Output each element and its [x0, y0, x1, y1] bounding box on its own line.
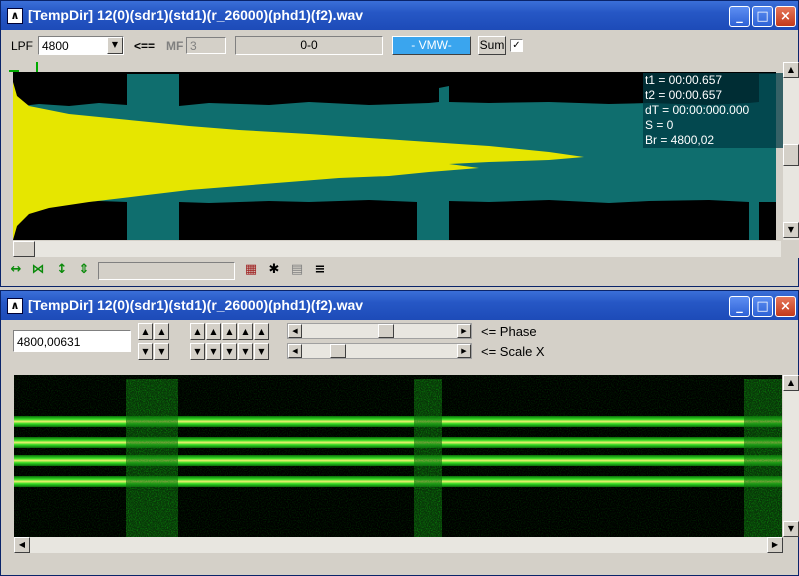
- titlebar[interactable]: ∧ [TempDir] 12(0)(sdr1)(std1)(r_26000)(p…: [1, 1, 798, 30]
- menu-icon[interactable]: ≡: [310, 261, 330, 281]
- compress-vertical-icon[interactable]: ⇕: [74, 261, 94, 281]
- eye-diagram-plot[interactable]: [14, 375, 782, 537]
- scroll-left-icon[interactable]: ◀: [14, 537, 30, 553]
- chevron-down-icon[interactable]: ▼: [107, 37, 123, 54]
- phase-slider-thumb[interactable]: [378, 324, 394, 338]
- scroll-up-icon[interactable]: ▲: [783, 375, 799, 391]
- down-arrow-icon[interactable]: ▼: [138, 343, 153, 360]
- app-icon[interactable]: ∧: [7, 298, 23, 314]
- vmw-button[interactable]: - VMW-: [392, 36, 471, 55]
- lpf-select[interactable]: 4800 ▼: [38, 36, 124, 55]
- up-arrow-icon[interactable]: ▲: [206, 323, 221, 340]
- up-arrow-icon[interactable]: ▲: [254, 323, 269, 340]
- horizontal-scrollbar[interactable]: ◀ ▶: [14, 537, 783, 553]
- compress-horizontal-icon[interactable]: ⋈: [28, 261, 48, 281]
- lpf-value: 4800: [42, 39, 69, 53]
- sum-checkbox[interactable]: ✓: [510, 39, 523, 52]
- dt-readout: dT = 00:00:000.000: [645, 103, 750, 117]
- down-arrow-icon[interactable]: ▼: [222, 343, 237, 360]
- range-display: 0-0: [235, 36, 383, 55]
- arrow-label: <==: [134, 39, 156, 53]
- scroll-thumb[interactable]: [783, 144, 799, 166]
- eye-diagram-window: ∧ [TempDir] 12(0)(sdr1)(std1)(r_26000)(p…: [0, 290, 799, 576]
- up-arrow-icon[interactable]: ▲: [222, 323, 237, 340]
- down-arrow-icon[interactable]: ▼: [238, 343, 253, 360]
- expand-vertical-icon[interactable]: ↕: [52, 261, 72, 281]
- right-arrow-icon[interactable]: ▶: [457, 324, 471, 338]
- t2-readout: t2 = 00:00.657: [645, 88, 723, 102]
- minimize-button[interactable]: _: [729, 6, 750, 27]
- scale-x-slider[interactable]: ◀ ▶: [287, 343, 472, 359]
- mf-label: MF: [166, 39, 184, 53]
- lpf-label: LPF: [11, 39, 34, 53]
- down-arrow-icon[interactable]: ▼: [254, 343, 269, 360]
- left-arrow-icon[interactable]: ◀: [288, 344, 302, 358]
- vertical-scrollbar[interactable]: ▲ ▼: [783, 375, 799, 537]
- maximize-button[interactable]: □: [752, 6, 773, 27]
- window-title: [TempDir] 12(0)(sdr1)(std1)(r_26000)(phd…: [28, 7, 364, 23]
- grid-icon[interactable]: ▦: [241, 261, 261, 281]
- up-arrow-icon[interactable]: ▲: [154, 323, 169, 340]
- spectrum-window: ∧ [TempDir] 12(0)(sdr1)(std1)(r_26000)(p…: [0, 0, 799, 287]
- up-arrow-icon[interactable]: ▲: [138, 323, 153, 340]
- expand-horizontal-icon[interactable]: ↔: [6, 261, 26, 281]
- s-readout: S = 0: [645, 118, 674, 132]
- maximize-button[interactable]: □: [752, 296, 773, 317]
- minimize-button[interactable]: _: [729, 296, 750, 317]
- down-arrow-icon[interactable]: ▼: [190, 343, 205, 360]
- scale-x-label: <= Scale X: [481, 344, 545, 359]
- close-button[interactable]: ×: [775, 296, 796, 317]
- asterisk-icon[interactable]: ✱: [264, 261, 284, 281]
- mf-field: 3: [186, 37, 226, 54]
- right-arrow-icon[interactable]: ▶: [457, 344, 471, 358]
- left-arrow-icon[interactable]: ◀: [288, 324, 302, 338]
- scroll-thumb[interactable]: [13, 241, 35, 257]
- cursor-info-panel: t1 = 00:00.657 t2 = 00:00.657 dT = 00:00…: [643, 73, 783, 148]
- phase-label: <= Phase: [481, 324, 537, 339]
- down-arrow-icon[interactable]: ▼: [154, 343, 169, 360]
- up-arrow-icon[interactable]: ▲: [238, 323, 253, 340]
- sum-button[interactable]: Sum: [478, 36, 506, 55]
- window-title: [TempDir] 12(0)(sdr1)(std1)(r_26000)(phd…: [28, 297, 364, 313]
- app-icon[interactable]: ∧: [7, 8, 23, 24]
- scroll-up-icon[interactable]: ▲: [783, 62, 799, 78]
- frequency-input[interactable]: 4800,00631: [13, 330, 131, 352]
- scroll-down-icon[interactable]: ▼: [783, 521, 799, 537]
- horizontal-scrollbar[interactable]: [13, 241, 781, 257]
- titlebar[interactable]: ∧ [TempDir] 12(0)(sdr1)(std1)(r_26000)(p…: [1, 291, 798, 320]
- phase-slider[interactable]: ◀ ▶: [287, 323, 472, 339]
- up-arrow-icon[interactable]: ▲: [190, 323, 205, 340]
- down-arrow-icon[interactable]: ▼: [206, 343, 221, 360]
- br-readout: Br = 4800,02: [645, 133, 715, 147]
- close-button[interactable]: ×: [775, 6, 796, 27]
- status-field: [98, 262, 235, 280]
- scroll-down-icon[interactable]: ▼: [783, 222, 799, 238]
- copy-icon[interactable]: ▤: [287, 261, 307, 281]
- scale-x-slider-thumb[interactable]: [330, 344, 346, 358]
- t1-readout: t1 = 00:00.657: [645, 73, 723, 87]
- scroll-right-icon[interactable]: ▶: [767, 537, 783, 553]
